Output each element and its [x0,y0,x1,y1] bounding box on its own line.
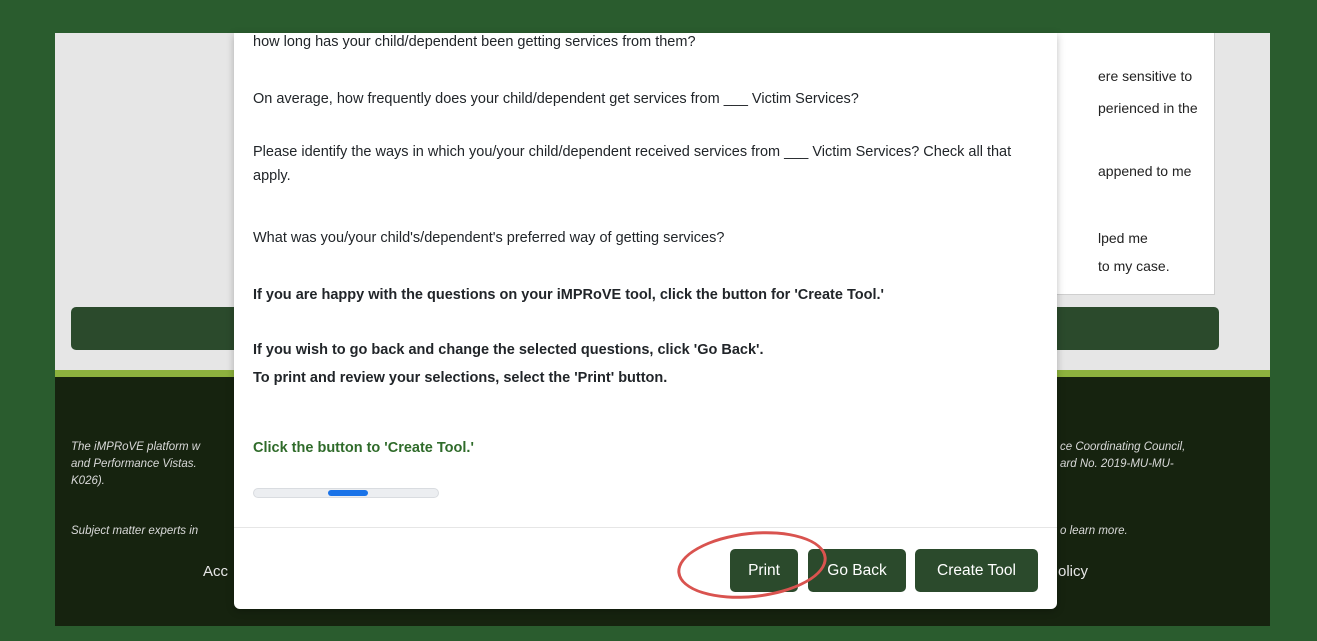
footer-link-policy[interactable]: olicy [1058,563,1088,580]
question-text: On average, how frequently does your chi… [253,91,859,107]
instruction-create: If you are happy with the questions on y… [253,287,884,303]
go-back-button[interactable]: Go Back [808,549,906,592]
footer-text: o learn more. [1060,525,1128,537]
background-card-text: ere sensitive to [1098,68,1193,84]
question-text: What was you/your child's/dependent's pr… [253,230,725,246]
instruction-go-back: If you wish to go back and change the se… [253,342,764,358]
background-card-text: perienced in the [1098,100,1198,116]
create-tool-button[interactable]: Create Tool [915,549,1038,592]
footer-text: K026). [71,475,105,487]
review-modal: how long has your child/dependent been g… [234,33,1057,609]
horizontal-scrollbar[interactable] [253,488,439,498]
footer-link-accessibility[interactable]: Acc [203,563,228,580]
background-card-text: to my case. [1098,258,1170,274]
instruction-print: To print and review your selections, sel… [253,370,668,386]
background-card-text: lped me [1098,230,1148,246]
question-text: Please identify the ways in which you/yo… [253,144,1012,184]
footer-text: and Performance Vistas. [71,458,197,470]
footer-text: The iMPRoVE platform w [71,441,201,453]
create-tool-cta: Click the button to 'Create Tool.' [253,440,474,456]
footer-text: Subject matter experts in [71,525,199,537]
footer-text: ce Coordinating Council, [1060,441,1186,453]
print-button[interactable]: Print [730,549,798,592]
background-card: ere sensitive to perienced in the appene… [1045,33,1215,295]
background-card-text: appened to me [1098,163,1192,179]
footer-text: ard No. 2019-MU-MU- [1060,458,1174,470]
question-text: how long has your child/dependent been g… [253,34,696,50]
scrollbar-thumb[interactable] [328,490,368,496]
modal-footer: Print Go Back Create Tool [234,527,1057,609]
